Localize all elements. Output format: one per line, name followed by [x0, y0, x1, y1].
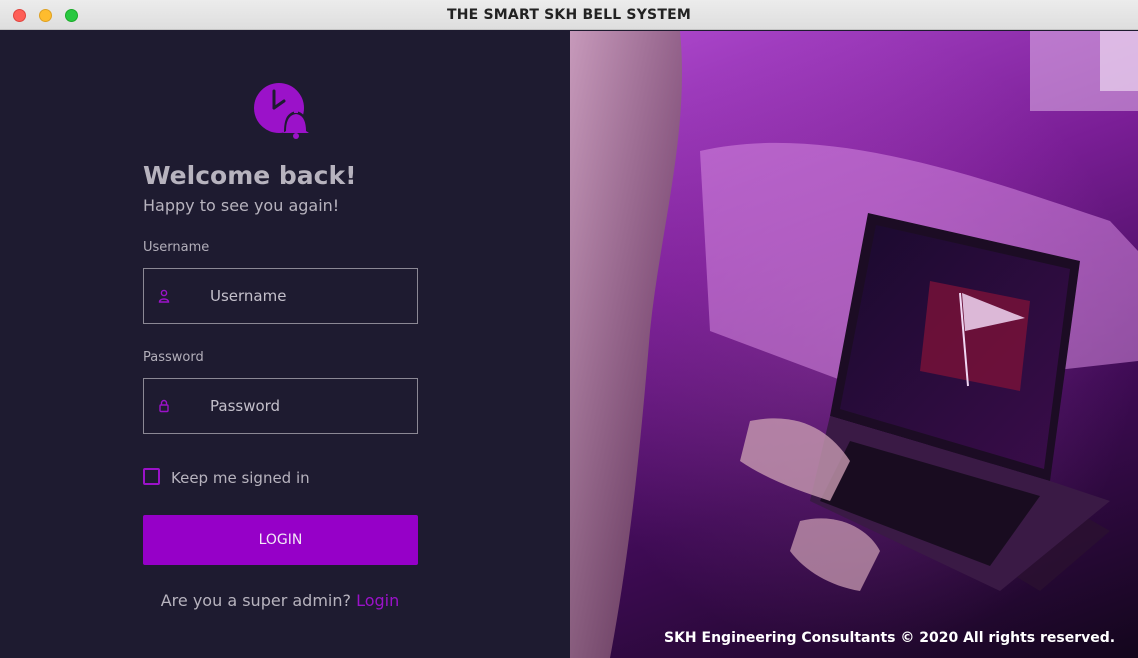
- keep-signed-in-checkbox[interactable]: [143, 468, 160, 485]
- login-panel: Welcome back! Happy to see you again! Us…: [0, 31, 570, 658]
- password-label: Password: [143, 350, 204, 365]
- welcome-heading: Welcome back!: [143, 161, 357, 190]
- super-admin-login-link[interactable]: Login: [356, 591, 399, 610]
- super-admin-text: Are you a super admin?: [160, 591, 351, 610]
- laptop-on-bed-illustration: [570, 31, 1138, 658]
- keep-signed-in-label[interactable]: Keep me signed in: [171, 469, 310, 487]
- lock-icon: [159, 399, 169, 413]
- password-input[interactable]: [210, 379, 410, 433]
- clock-bell-icon: [254, 83, 309, 139]
- login-button[interactable]: LOGIN: [143, 515, 418, 565]
- hero-image: [570, 31, 1138, 658]
- copyright-footer: SKH Engineering Consultants © 2020 All r…: [664, 630, 1116, 646]
- username-input[interactable]: [210, 269, 410, 323]
- username-field[interactable]: [143, 268, 418, 324]
- username-label: Username: [143, 240, 210, 255]
- app-window: THE SMART SKH BELL SYSTEM Welcome back! …: [0, 0, 1138, 658]
- password-field[interactable]: [143, 378, 418, 434]
- super-admin-prompt: Are you a super admin? Login: [0, 591, 560, 610]
- title-bar: THE SMART SKH BELL SYSTEM: [0, 0, 1138, 30]
- user-icon: [158, 289, 170, 303]
- welcome-subheading: Happy to see you again!: [143, 196, 340, 215]
- window-title: THE SMART SKH BELL SYSTEM: [447, 7, 691, 23]
